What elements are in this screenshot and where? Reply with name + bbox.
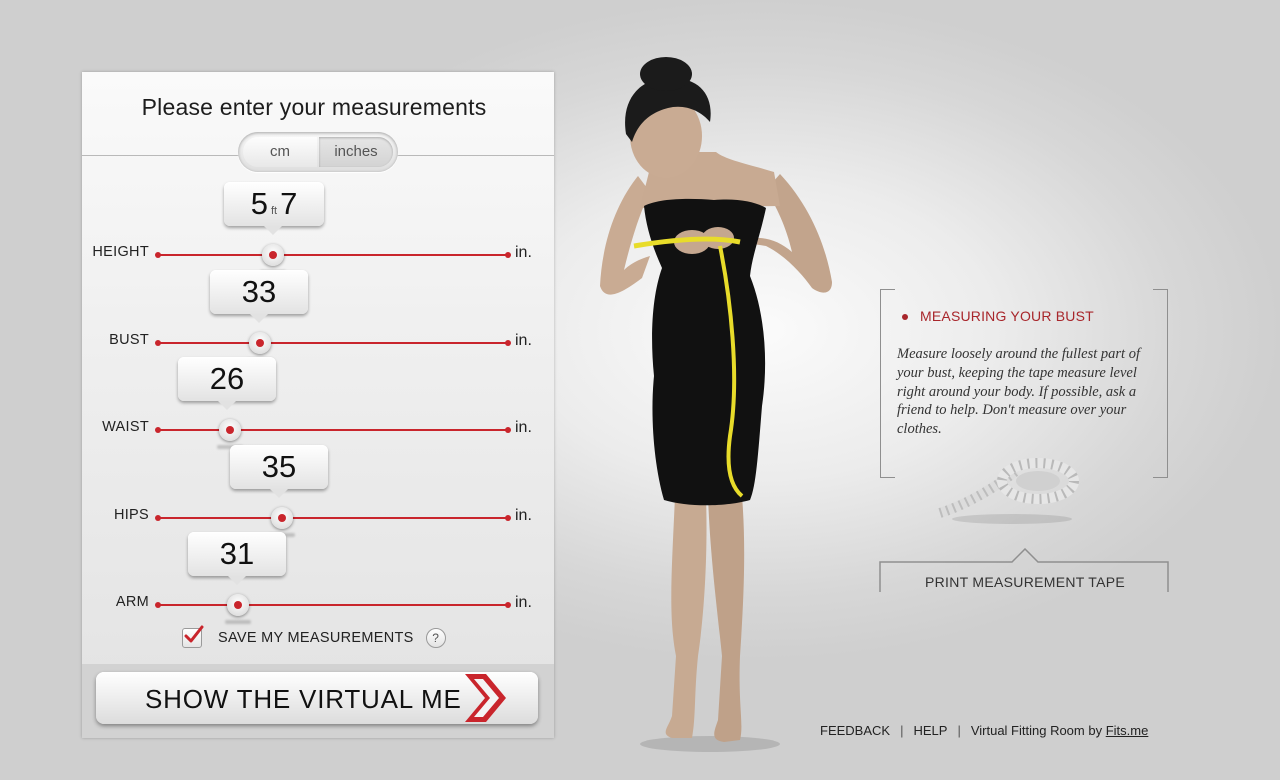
footer-separator: | bbox=[957, 723, 961, 738]
waist-label: WAIST bbox=[102, 419, 149, 435]
info-heading: MEASURING YOUR BUST bbox=[902, 308, 1094, 324]
fits-me-link[interactable]: Fits.me bbox=[1106, 723, 1149, 738]
credit-text: Virtual Fitting Room by bbox=[970, 723, 1103, 738]
bullet-icon bbox=[902, 314, 908, 321]
hips-row: 35 HIPS in. bbox=[82, 445, 554, 537]
waist-slider-track[interactable] bbox=[155, 427, 511, 433]
waist-value-box[interactable]: 26 bbox=[178, 357, 276, 410]
question-icon[interactable]: ? bbox=[425, 628, 446, 648]
waist-row: 26 WAIST in. bbox=[82, 357, 554, 449]
info-text: Measure loosely around the fullest part … bbox=[897, 346, 1140, 438]
height-row: 5 ft7 HEIGHT in. bbox=[82, 182, 554, 274]
height-slider-track[interactable] bbox=[155, 252, 511, 258]
hips-slider-track[interactable] bbox=[155, 515, 511, 521]
waist-slider-handle[interactable] bbox=[219, 419, 241, 441]
help-link[interactable]: HELP bbox=[913, 723, 947, 738]
height-feet-value: 5 bbox=[250, 186, 268, 221]
arm-value-box[interactable]: 31 bbox=[188, 532, 286, 585]
print-measurement-tape-link[interactable]: PRINT MEASUREMENT TAPE bbox=[879, 574, 1171, 590]
bust-label: BUST bbox=[109, 332, 149, 348]
arm-slider-track[interactable] bbox=[155, 602, 511, 608]
height-label: HEIGHT bbox=[92, 244, 149, 260]
show-virtual-me-button[interactable]: SHOW THE VIRTUAL ME bbox=[96, 672, 538, 724]
checkmark-icon bbox=[184, 625, 204, 643]
measuring-tape-icon bbox=[938, 458, 1079, 524]
save-measurements-label: SAVE MY MEASUREMENTS bbox=[218, 630, 414, 646]
info-heading-text: MEASURING YOUR BUST bbox=[920, 308, 1094, 324]
unit-cm-button[interactable]: cm bbox=[243, 137, 317, 167]
hips-label: HIPS bbox=[113, 507, 149, 523]
hips-unit: in. bbox=[515, 507, 532, 524]
bust-unit: in. bbox=[515, 332, 532, 349]
feet-unit-label: ft bbox=[270, 205, 278, 217]
footer-separator: | bbox=[900, 723, 904, 738]
feedback-link[interactable]: FEEDBACK bbox=[820, 723, 890, 738]
info-bracket-left bbox=[880, 289, 895, 478]
bust-slider-track[interactable] bbox=[155, 340, 511, 346]
save-measurements-row: SAVE MY MEASUREMENTS ? bbox=[182, 625, 446, 650]
arm-label: ARM bbox=[115, 594, 149, 610]
save-measurements-checkbox[interactable] bbox=[182, 625, 204, 648]
unit-inches-button[interactable]: inches bbox=[319, 137, 393, 167]
show-virtual-me-label: SHOW THE VIRTUAL ME bbox=[145, 684, 462, 714]
bust-slider-handle[interactable] bbox=[249, 332, 271, 354]
arm-slider-handle[interactable] bbox=[227, 594, 249, 616]
bust-value-box[interactable]: 33 bbox=[210, 270, 308, 323]
panel-title: Please enter your measurements bbox=[141, 94, 487, 120]
height-value-box[interactable]: 5 ft7 bbox=[224, 182, 324, 235]
height-unit: in. bbox=[515, 244, 532, 261]
footer: FEEDBACK | HELP | Virtual Fitting Room by Fi… bbox=[820, 723, 1148, 738]
chevron-right-icon bbox=[465, 674, 506, 722]
arm-row: 31 ARM in. bbox=[82, 532, 554, 624]
bust-row: 33 BUST in. bbox=[82, 270, 554, 362]
arm-unit: in. bbox=[515, 594, 532, 611]
hips-value-box[interactable]: 35 bbox=[230, 445, 328, 498]
waist-unit: in. bbox=[515, 419, 532, 436]
height-slider-handle[interactable] bbox=[262, 244, 284, 266]
model-figure-image bbox=[600, 57, 832, 752]
measurements-panel: Please enter your measurements cm inches… bbox=[82, 72, 554, 738]
height-inches-value: 7 bbox=[280, 186, 298, 221]
unit-toggle: cm inches bbox=[238, 132, 398, 172]
arm-handle-shadow bbox=[225, 620, 251, 624]
hips-slider-handle[interactable] bbox=[271, 507, 293, 529]
